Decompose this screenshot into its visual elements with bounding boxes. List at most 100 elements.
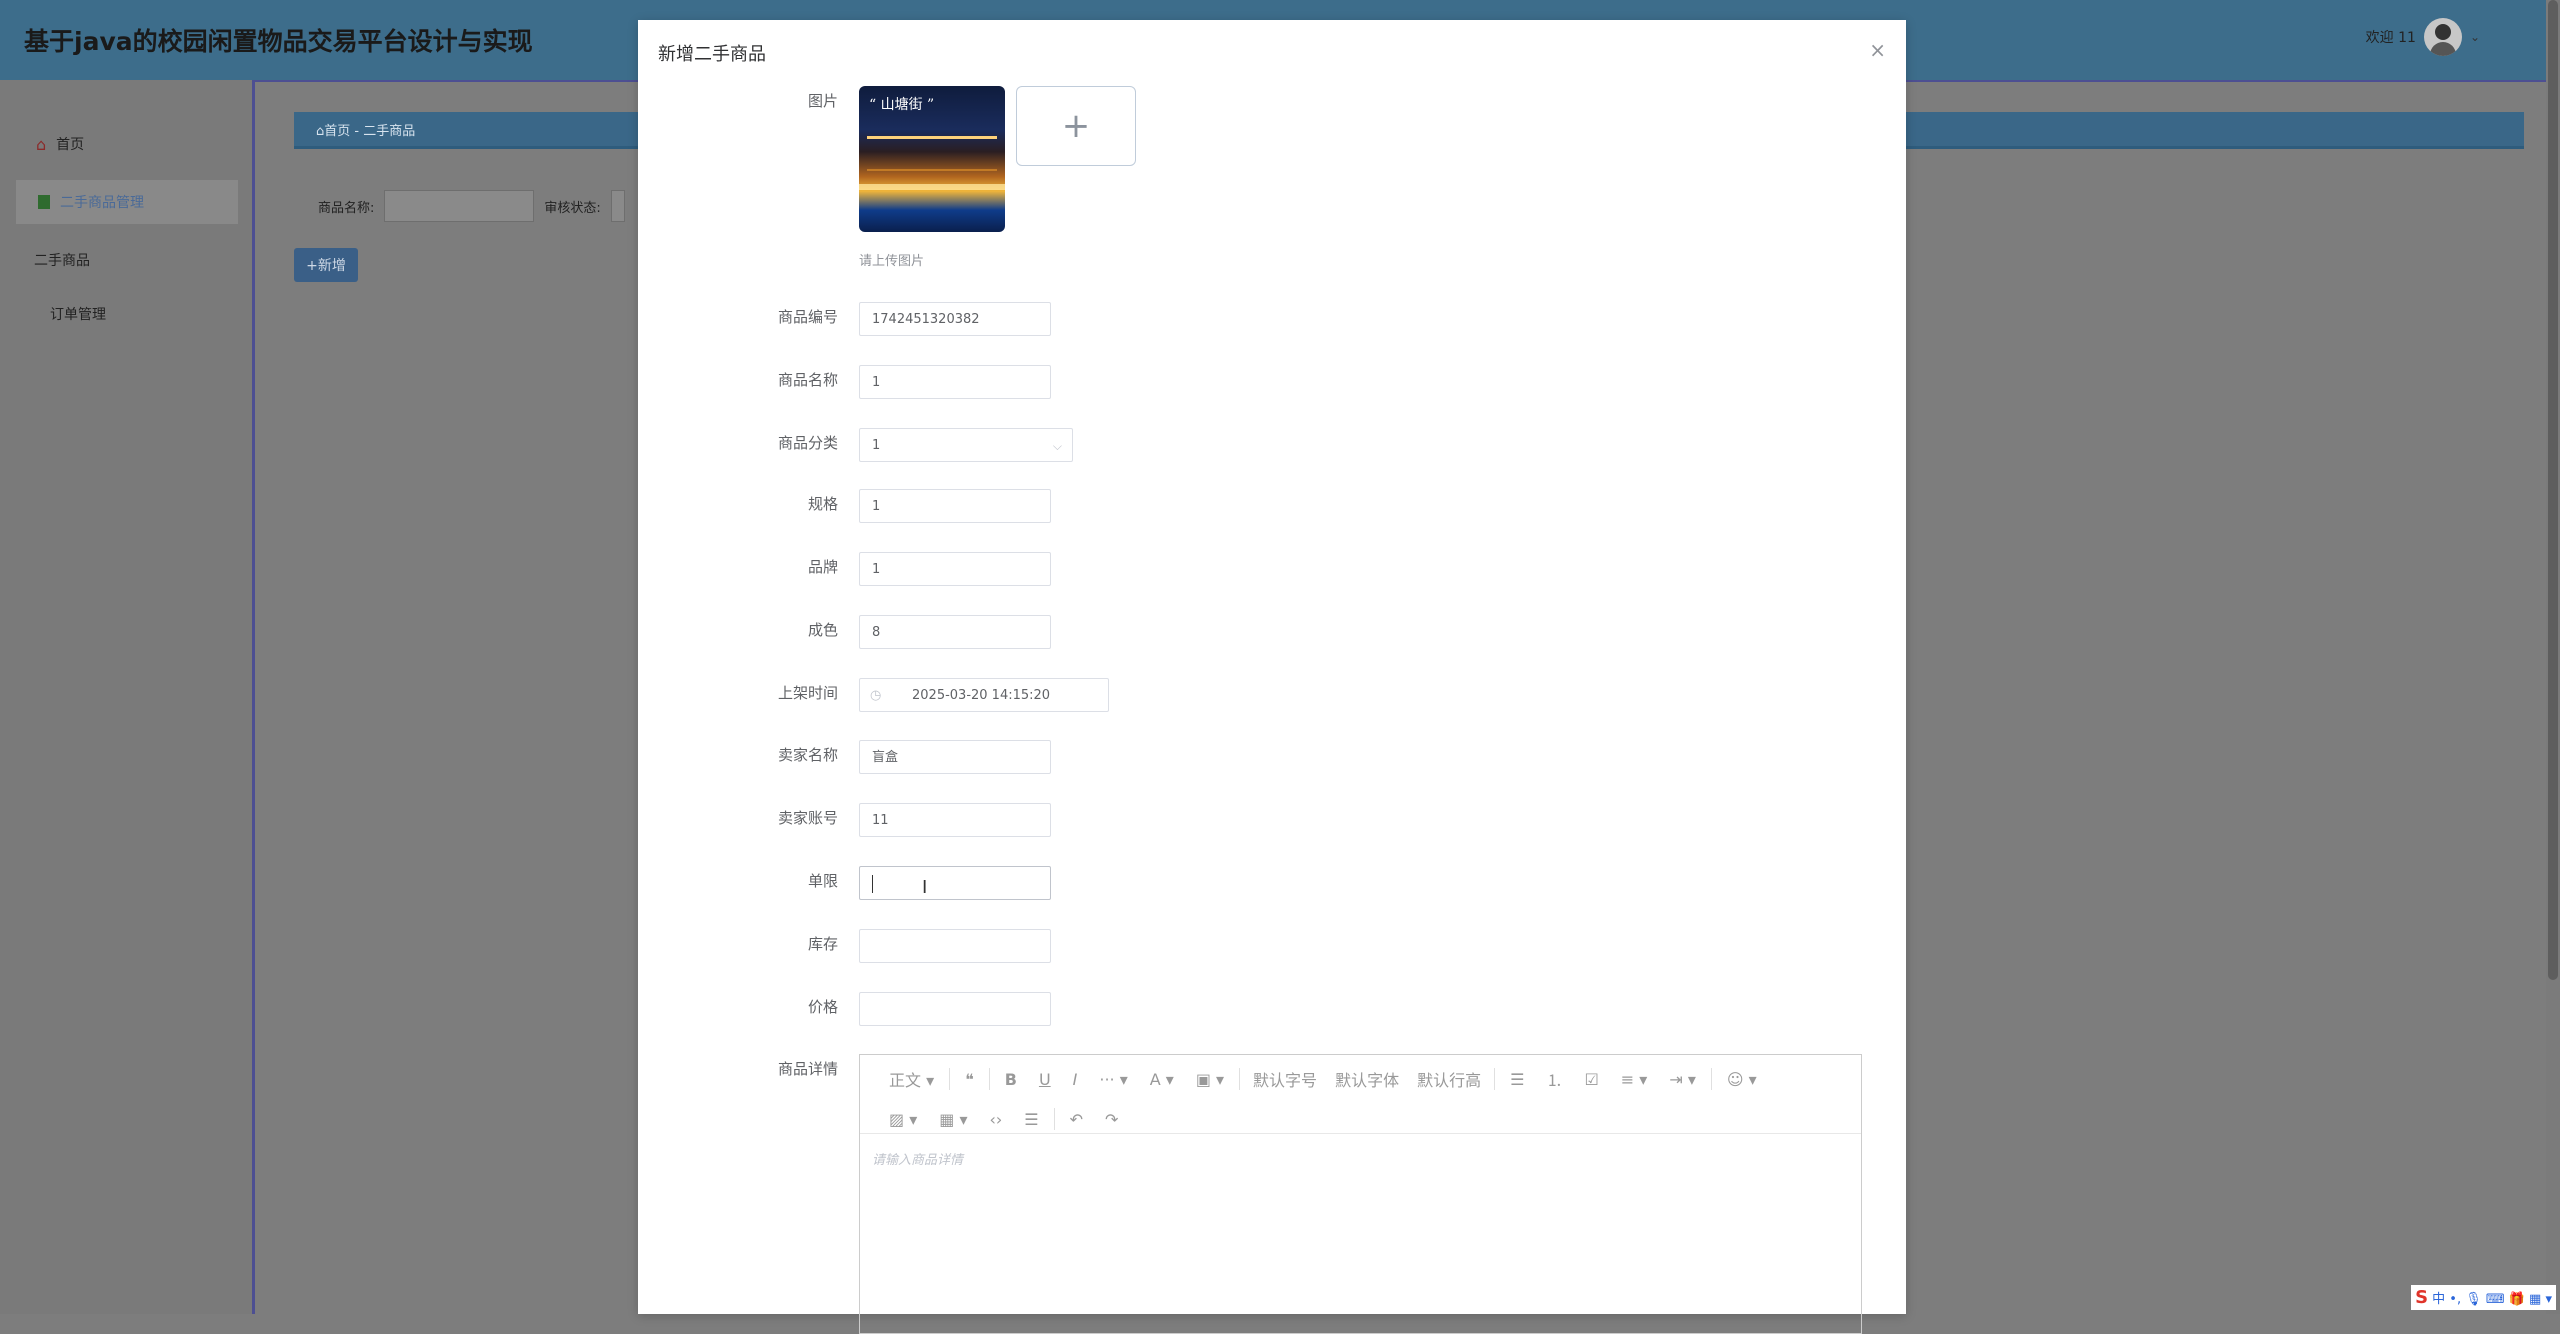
sidebar-item-goods-management[interactable]: 二手商品管理 [16,180,238,224]
plus-icon: + [1061,106,1091,146]
limit-input[interactable]: I [859,866,1051,900]
search-name-input[interactable] [384,190,535,222]
uploaded-image[interactable]: “ 山塘街 ” [859,86,1005,232]
ime-tray-icons: 中 •, 🎙 ⌨ 🎁 ▦ ▾ [2432,1292,2552,1307]
search-row: 商品名称: 审核状态: [318,190,625,222]
limit-label: 单限 [807,872,838,890]
font-family-select[interactable]: 默认字体 [1326,1067,1408,1091]
font-color-icon[interactable]: A ▾ [1139,1070,1185,1089]
app-title: 基于java的校园闲置物品交易平台设计与实现 [24,27,533,56]
table-icon[interactable]: ▦ ▾ [928,1110,978,1129]
toolbar-divider [1710,1068,1712,1090]
category-label: 商品分类 [777,434,838,452]
quote-icon[interactable]: ❝ [954,1070,985,1089]
clock-icon: ◷ [870,688,882,703]
sidebar-item-label: 二手商品 [34,253,90,269]
page-scrollbar[interactable] [2546,0,2560,1314]
align-icon[interactable]: ≡ ▾ [1610,1070,1659,1089]
toolbar-divider [1494,1068,1496,1090]
add-goods-dialog: 新增二手商品 × 图片 “ 山塘街 ” + 请上传图片 商品编号 1742451… [638,20,1906,1334]
sidebar-item-orders[interactable]: 订单管理 [50,304,106,324]
doc-icon [38,195,50,209]
toolbar-divider [1239,1068,1241,1090]
sidebar-item-label: 首页 [56,137,85,153]
stock-label: 库存 [807,935,838,953]
ime-tray[interactable]: S 中 •, 🎙 ⌨ 🎁 ▦ ▾ [2411,1285,2556,1310]
chevron-down-icon[interactable]: ⌄ [2470,30,2480,44]
seller-name-input[interactable]: 盲盒 [859,740,1051,774]
editor-toolbar-row: ▨ ▾ ▦ ▾ ‹› ☰ ↶ ↷ [878,1105,1129,1133]
home-icon: ⌂ [36,134,47,154]
seller-account-label: 卖家账号 [777,809,838,827]
details-label: 商品详情 [777,1060,838,1078]
chevron-down-icon: ⌵ [1052,439,1062,453]
breadcrumb-text[interactable]: ⌂首页 - 二手商品 [316,120,415,139]
image-roof-shape [867,136,997,171]
upload-tip: 请上传图片 [859,254,925,269]
sidebar-item-label: 订单管理 [50,307,106,323]
font-size-select[interactable]: 默认字号 [1244,1067,1326,1091]
rich-text-editor[interactable]: 正文 ▾ ❝ B U I ··· ▾ A ▾ ▣ ▾ 默认字号 默认字体 默认行… [859,1054,1862,1334]
image-lights-shape [859,184,1005,190]
sogou-icon: S [2415,1287,2429,1308]
code-label: 商品编号 [777,308,838,326]
line-height-select[interactable]: 默认行高 [1408,1067,1490,1091]
dialog-title: 新增二手商品 [658,44,766,65]
toolbar-divider [949,1068,951,1090]
category-select[interactable]: 1 ⌵ [859,428,1073,462]
name-input[interactable]: 1 [859,365,1051,399]
category-value: 1 [872,438,881,453]
italic-icon[interactable]: I [1062,1070,1089,1089]
sidebar: ⌂ 首页 二手商品管理 二手商品 订单管理 [0,80,255,1314]
ibeam-cursor-icon: I [922,877,928,898]
name-label: 商品名称 [777,371,838,389]
spec-label: 规格 [807,495,838,513]
heading-select[interactable]: 正文 ▾ [878,1067,945,1091]
search-status-select[interactable] [610,190,625,222]
price-input[interactable] [859,992,1051,1026]
editor-toolbar-row: 正文 ▾ ❝ B U I ··· ▾ A ▾ ▣ ▾ 默认字号 默认字体 默认行… [878,1065,1768,1093]
search-status-label: 审核状态: [544,200,601,216]
condition-input[interactable]: 8 [859,615,1051,649]
time-value: 2025-03-20 14:15:20 [912,688,1051,703]
code-input[interactable]: 1742451320382 [859,302,1051,336]
divider-icon[interactable]: ☰ [1013,1110,1049,1129]
bullet-list-icon[interactable]: ☰ [1499,1070,1535,1089]
sidebar-item-label: 二手商品管理 [60,195,144,211]
close-icon[interactable]: × [1869,38,1886,62]
editor-toolbar: 正文 ▾ ❝ B U I ··· ▾ A ▾ ▣ ▾ 默认字号 默认字体 默认行… [860,1055,1861,1134]
code-icon[interactable]: ‹› [978,1110,1013,1129]
seller-account-input[interactable]: 11 [859,803,1051,837]
todo-icon[interactable]: ☑ [1573,1070,1609,1089]
sidebar-item-goods[interactable]: 二手商品 [34,250,90,270]
condition-label: 成色 [807,621,838,639]
more-icon[interactable]: ··· ▾ [1088,1070,1138,1089]
bold-icon[interactable]: B [994,1070,1028,1089]
toolbar-divider [988,1068,990,1090]
upload-button[interactable]: + [1016,86,1136,166]
background-color-icon[interactable]: ▣ ▾ [1185,1070,1235,1089]
image-caption: “ 山塘街 ” [869,97,935,113]
time-label: 上架时间 [777,684,838,702]
undo-icon[interactable]: ↶ [1059,1110,1094,1129]
emoji-icon[interactable]: ☺ ▾ [1716,1070,1768,1089]
image-icon[interactable]: ▨ ▾ [878,1110,928,1129]
scroll-thumb[interactable] [2548,0,2558,980]
spec-input[interactable]: 1 [859,489,1051,523]
editor-placeholder: 请输入商品详情 [872,1153,964,1168]
stock-input[interactable] [859,929,1051,963]
welcome-text: 欢迎 11 [2365,30,2416,46]
numbered-list-icon[interactable]: ⒈ [1535,1067,1573,1091]
redo-icon[interactable]: ↷ [1094,1110,1129,1129]
price-label: 价格 [807,998,838,1016]
add-button[interactable]: +新增 [294,248,358,282]
sidebar-item-home[interactable]: ⌂ 首页 [36,134,84,154]
avatar[interactable] [2423,18,2462,56]
search-name-label: 商品名称: [318,200,375,216]
time-picker[interactable]: ◷ 2025-03-20 14:15:20 [859,678,1109,712]
user-menu[interactable]: 欢迎 11 ⌄ [2366,18,2480,56]
indent-icon[interactable]: ⇥ ▾ [1658,1070,1707,1089]
underline-icon[interactable]: U [1028,1070,1062,1089]
seller-name-label: 卖家名称 [777,746,838,764]
brand-input[interactable]: 1 [859,552,1051,586]
